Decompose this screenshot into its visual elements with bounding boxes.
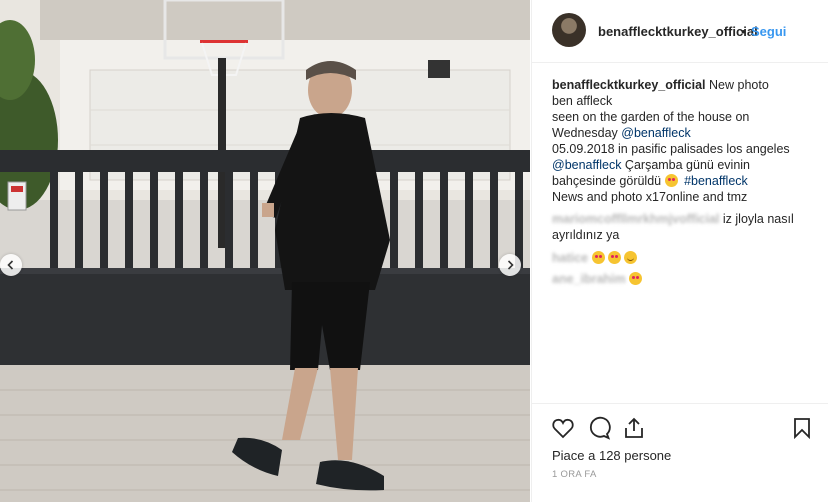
caption-mention-2[interactable]: @benaffleck (552, 158, 621, 172)
chevron-left-icon (7, 260, 14, 270)
post-photo[interactable] (0, 0, 530, 502)
caption-username[interactable]: benafflecktkurkey_official (552, 78, 706, 92)
likes-count[interactable]: Piace a 128 persone (552, 448, 671, 463)
comment-item: hatice (552, 250, 814, 266)
comment-username[interactable]: hatice (552, 251, 588, 265)
heart-eyes-emoji (629, 272, 643, 285)
header-separator: • (741, 24, 746, 39)
caption-date-line: 05.09.2018 in pasific palisades los ange… (552, 142, 790, 156)
caption-mention-1[interactable]: @benaffleck (621, 126, 690, 140)
post-side-panel: benafflecktkurkey_official • Segui benaf… (531, 0, 828, 502)
chevron-right-icon (507, 260, 514, 270)
caption: benafflecktkurkey_official New photo ben… (552, 77, 814, 205)
save-button[interactable] (790, 416, 814, 440)
caption-line-2: seen on the garden of the house on (552, 110, 750, 124)
comment-text-2: ayrıldınız ya (552, 228, 620, 242)
bookmark-icon (794, 418, 810, 440)
share-button[interactable] (622, 416, 646, 440)
comment-icon (589, 416, 611, 440)
like-button[interactable] (551, 416, 575, 440)
caption-turkish-2: bahçesinde görüldü (552, 174, 665, 188)
caption-line-1: ben affleck (552, 94, 613, 108)
caption-credit: News and photo x17online and tmz (552, 190, 748, 204)
next-photo-button[interactable] (499, 254, 521, 276)
caption-line-3: Wednesday (552, 126, 622, 140)
caption-turkish-1: Çarşamba günü evinin (621, 158, 750, 172)
follow-button[interactable]: Segui (751, 24, 786, 39)
comments-list: benafflecktkurkey_official New photo ben… (552, 77, 814, 287)
caption-hashtag[interactable]: #benaffleck (684, 174, 748, 188)
photo-scene (0, 0, 530, 502)
header-username[interactable]: benafflecktkurkey_official (598, 24, 758, 39)
caption-line-0: New photo (709, 78, 769, 92)
smile-emoji (623, 251, 637, 264)
comment-button[interactable] (587, 416, 611, 440)
post-header: benafflecktkurkey_official • Segui (532, 0, 828, 63)
post-timestamp: 1 ORA FA (552, 469, 597, 480)
share-icon (625, 417, 643, 438)
comment-item: ane_ibrahim (552, 271, 814, 287)
heart-eyes-emoji (607, 251, 621, 264)
heart-icon (552, 418, 574, 439)
comment-item: mariomcoffllmrkhmjvofficial iz jloyla na… (552, 211, 814, 243)
heart-eyes-emoji (591, 251, 605, 264)
comment-username[interactable]: ane_ibrahim (552, 272, 626, 286)
instagram-post-modal: benafflecktkurkey_official • Segui benaf… (0, 0, 828, 502)
heart-eyes-emoji (664, 174, 678, 187)
prev-photo-button[interactable] (0, 254, 22, 276)
comment-text: iz jloyla nasıl (722, 212, 794, 226)
comment-username[interactable]: mariomcoffllmrkhmjvofficial (552, 212, 719, 226)
avatar[interactable] (552, 13, 586, 47)
